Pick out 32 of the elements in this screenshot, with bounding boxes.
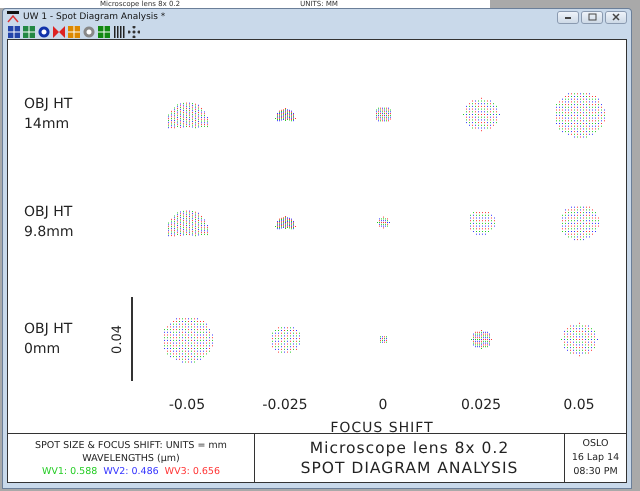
wavelength-label: WV3: 0.656 bbox=[164, 464, 220, 478]
x-tick-label: 0.05 bbox=[562, 397, 596, 413]
close-icon bbox=[611, 13, 621, 21]
toolbar-button[interactable] bbox=[37, 26, 50, 38]
row-label: OBJ HT 14mm bbox=[24, 95, 74, 134]
restore-icon bbox=[587, 13, 597, 21]
wavelength-label: WV1: 0.588 bbox=[42, 464, 98, 478]
x-tick-label: -0.025 bbox=[261, 397, 309, 413]
units-note: SPOT SIZE & FOCUS SHIFT: UNITS = mm bbox=[35, 438, 227, 452]
bars-icon bbox=[112, 26, 124, 38]
analysis-title: SPOT DIAGRAM ANALYSIS bbox=[300, 458, 518, 478]
x-tick-label: 0 bbox=[378, 397, 388, 413]
toolbar-button[interactable] bbox=[112, 26, 125, 38]
toolbar-button[interactable] bbox=[7, 26, 20, 38]
scale-label: 0.04 bbox=[110, 324, 125, 354]
close-button[interactable] bbox=[605, 10, 627, 24]
minimize-button[interactable] bbox=[557, 10, 579, 24]
restore-button[interactable] bbox=[581, 10, 603, 24]
time-text: 08:30 PM bbox=[573, 465, 618, 479]
window-title: UW 1 - Spot Diagram Analysis * bbox=[23, 12, 166, 22]
row-label: OBJ HT 9.8mm bbox=[24, 203, 75, 242]
date-text: 16 Lap 14 bbox=[572, 451, 620, 465]
toolbar-button[interactable] bbox=[127, 26, 140, 38]
lens-title: Microscope lens 8x 0.2 bbox=[310, 438, 510, 458]
row-label: OBJ HT 0mm bbox=[24, 320, 74, 359]
wavelength-label: WV2: 0.486 bbox=[103, 464, 159, 478]
x-tick-label: -0.05 bbox=[168, 397, 206, 413]
wavelengths-title: WAVELENGTHS (μm) bbox=[82, 452, 180, 464]
x-axis-title: FOCUS SHIFT bbox=[329, 420, 435, 436]
app-icon bbox=[7, 11, 19, 23]
x-tick-label: 0.025 bbox=[460, 397, 502, 413]
program-name: OSLO bbox=[582, 437, 608, 451]
